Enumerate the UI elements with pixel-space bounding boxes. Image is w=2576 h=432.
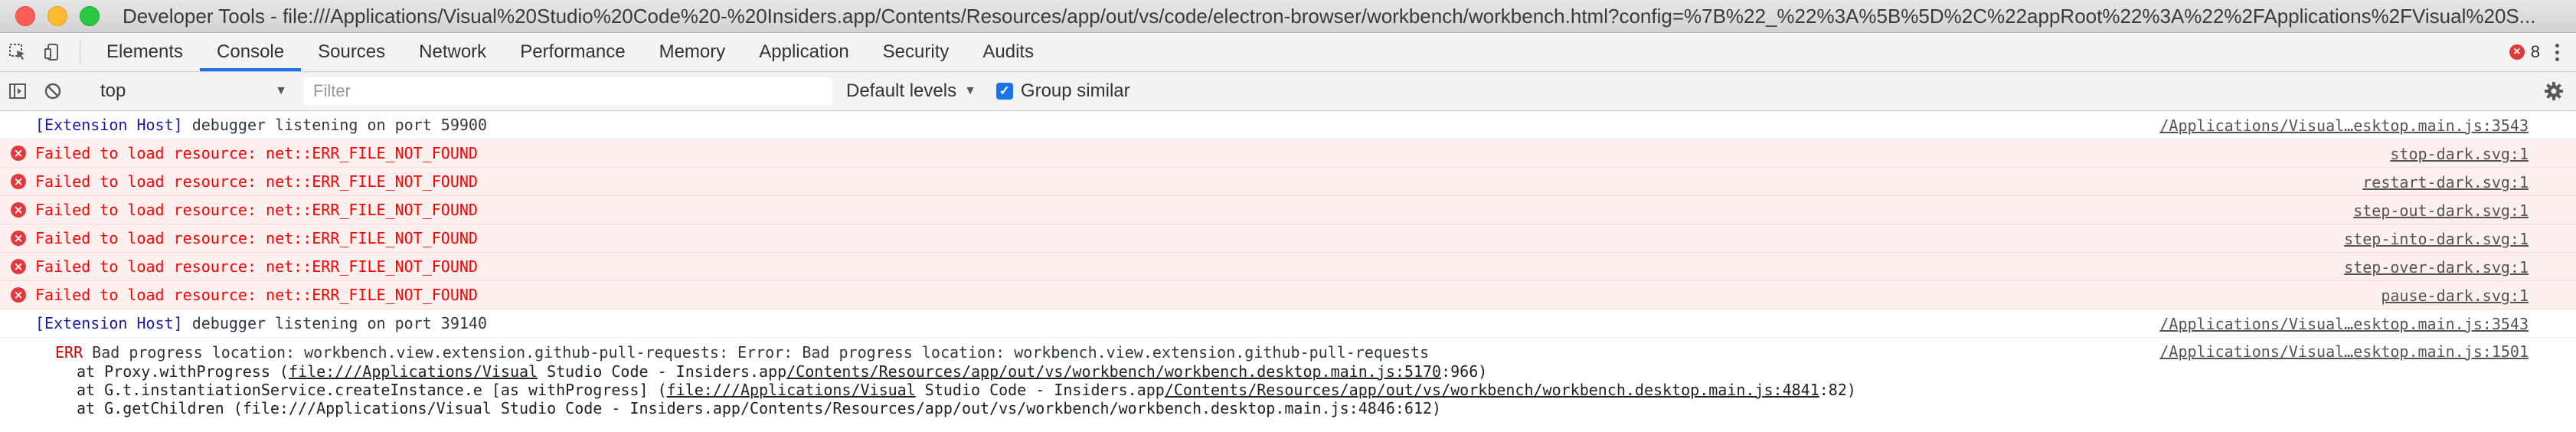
console-message: [Extension Host] debugger listening on p… [0,111,2576,139]
tab-sources[interactable]: Sources [301,33,402,71]
tab-memory[interactable]: Memory [642,33,743,71]
window-controls [15,6,100,26]
console-error: × Failed to load resource: net::ERR_FILE… [0,224,2576,253]
stack-trace-line: at G.getChildren (file:///Applications/V… [0,399,2576,417]
more-options-icon[interactable] [2551,43,2564,61]
message-tag: [Extension Host] [35,314,183,332]
source-link[interactable]: step-out-dark.svg:1 [2353,201,2529,220]
message-text: Failed to load resource: net::ERR_FILE_N… [35,201,478,219]
stack-text: at Proxy.withProgress ( [77,362,289,381]
message-tag: [Extension Host] [35,116,183,134]
tab-elements[interactable]: Elements [90,33,200,71]
message-text: Failed to load resource: net::ERR_FILE_N… [35,172,478,191]
source-link[interactable]: step-over-dark.svg:1 [2344,258,2529,277]
error-icon: × [11,146,26,161]
maximize-window-button[interactable] [80,6,100,26]
message-text: [Extension Host] debugger listening on p… [0,116,487,134]
clear-console-icon[interactable] [35,81,70,101]
console-stack-message: ERR Bad progress location: workbench.vie… [0,338,2576,417]
dropdown-arrow-icon: ▼ [964,84,976,97]
error-icon: × [11,287,26,303]
message-text: [Extension Host] debugger listening on p… [0,314,487,332]
source-link[interactable]: pause-dark.svg:1 [2381,286,2529,305]
error-icon: × [11,259,26,274]
error-count: 8 [2530,42,2540,61]
error-icon: × [11,174,26,189]
stack-text: at G.t.instantiationService.createInstan… [77,381,667,399]
source-link[interactable]: step-into-dark.svg:1 [2344,230,2529,248]
log-levels-dropdown[interactable]: Default levels ▼ [846,80,976,102]
stack-text: :82) [1819,381,1856,399]
tab-network[interactable]: Network [402,33,503,71]
message-body: Bad progress location: workbench.view.ex… [83,343,1430,362]
sidebar-toggle-icon[interactable] [0,81,35,101]
filter-input[interactable] [304,77,832,105]
message-text: Failed to load resource: net::ERR_FILE_N… [35,286,478,304]
console-output: [Extension Host] debugger listening on p… [0,111,2576,432]
tab-audits[interactable]: Audits [966,33,1051,71]
source-link[interactable]: stop-dark.svg:1 [2390,145,2529,163]
stack-text: at G.getChildren (file:///Applications/V… [77,399,1442,417]
console-error: × Failed to load resource: net::ERR_FILE… [0,281,2576,309]
source-link[interactable]: restart-dark.svg:1 [2362,173,2529,191]
group-similar-label: Group similar [1020,80,1130,101]
stack-trace-line: at G.t.instantiationService.createInstan… [0,381,2576,399]
tab-console[interactable]: Console [200,33,302,71]
source-link[interactable]: /Applications/Visual…esktop.main.js:1501 [2159,342,2529,361]
console-toolbar: top ▼ Default levels ▼ ✓ Group similar [0,72,2576,111]
stack-link[interactable]: /Contents/Resources/app/out/vs/workbench… [786,362,1441,381]
tabbar-right: × 8 [2509,33,2576,71]
console-error: × Failed to load resource: net::ERR_FILE… [0,139,2576,168]
stack-link[interactable]: file:///Applications/Visual [667,381,916,399]
error-icon: × [2509,44,2525,60]
console-error: × Failed to load resource: net::ERR_FILE… [0,196,2576,224]
console-error: × Failed to load resource: net::ERR_FILE… [0,253,2576,281]
window-title: Developer Tools - file:///Applications/V… [123,4,2536,28]
stack-link[interactable]: file:///Applications/Visual [289,362,538,381]
device-toolbar-icon[interactable] [35,33,70,71]
dropdown-arrow-icon: ▼ [275,84,287,97]
group-similar-checkbox[interactable]: ✓ [995,83,1013,100]
group-similar-toggle[interactable]: ✓ Group similar [995,80,1130,102]
message-text: Failed to load resource: net::ERR_FILE_N… [35,229,478,247]
devtools-tabbar: Elements Console Sources Network Perform… [0,33,2576,72]
message-text: Failed to load resource: net::ERR_FILE_N… [35,144,478,162]
log-levels-label: Default levels [846,80,957,101]
stack-text: :966) [1441,362,1488,381]
source-link[interactable]: /Applications/Visual…esktop.main.js:3543 [2159,315,2529,333]
tab-application[interactable]: Application [742,33,865,71]
console-error: × Failed to load resource: net::ERR_FILE… [0,168,2576,196]
stack-text: Studio Code - Insiders.app [538,362,787,381]
message-body: debugger listening on port 39140 [182,314,488,332]
message-text: Failed to load resource: net::ERR_FILE_N… [35,257,478,276]
error-icon: × [11,231,26,246]
console-message: [Extension Host] debugger listening on p… [0,309,2576,338]
stack-trace-line: at Proxy.withProgress (file:///Applicati… [0,362,2576,381]
source-link[interactable]: /Applications/Visual…esktop.main.js:3543 [2159,116,2529,135]
message-body: debugger listening on port 59900 [182,116,488,134]
context-selector[interactable]: top ▼ [90,77,296,106]
stack-text: Studio Code - Insiders.app [915,381,1165,399]
tab-security[interactable]: Security [866,33,966,71]
error-counter[interactable]: × 8 [2509,42,2540,62]
console-settings-gear-icon[interactable] [2542,80,2565,103]
inspect-element-icon[interactable] [0,33,35,71]
error-icon: × [11,202,26,218]
window-titlebar: Developer Tools - file:///Applications/V… [0,0,2576,33]
stack-link[interactable]: /Contents/Resources/app/out/vs/workbench… [1165,381,1819,399]
close-window-button[interactable] [15,6,35,26]
message-level: ERR [55,343,83,362]
tab-performance[interactable]: Performance [503,33,642,71]
context-value: top [100,80,126,101]
minimize-window-button[interactable] [47,6,67,26]
